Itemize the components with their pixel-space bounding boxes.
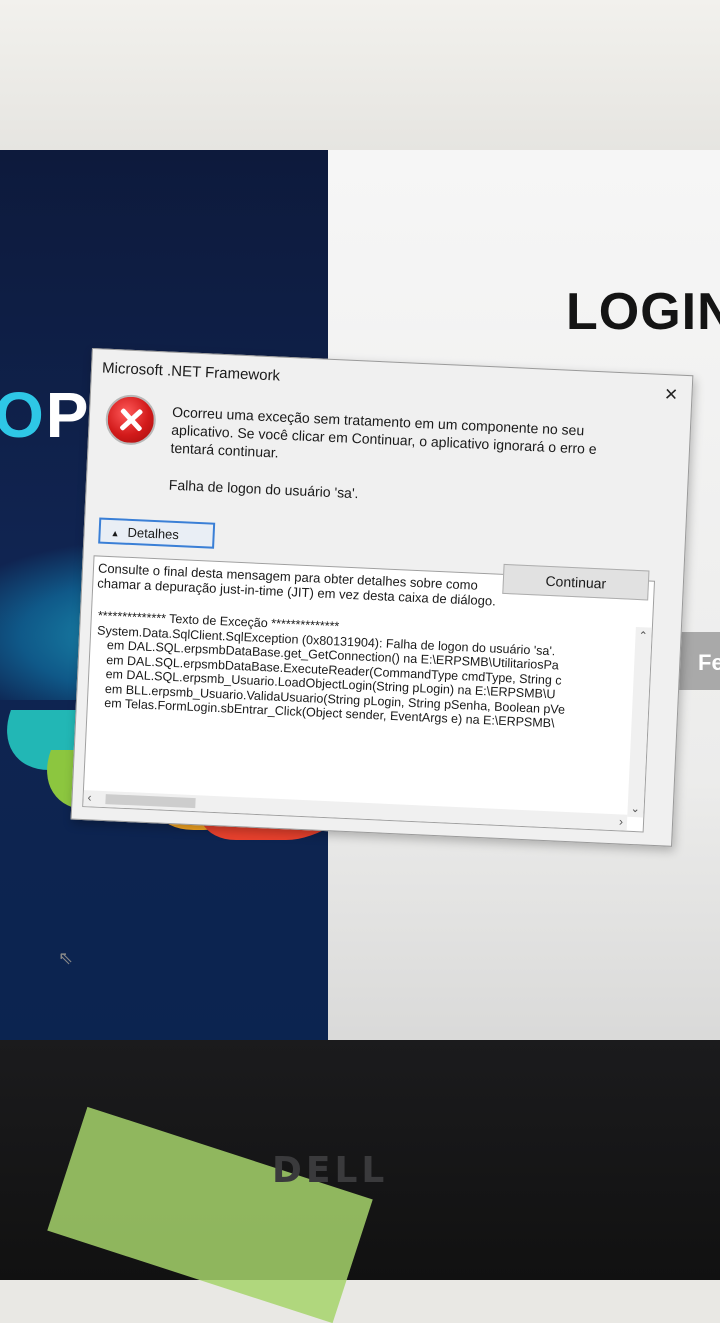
- details-button[interactable]: ▲ Detalhes: [98, 517, 216, 549]
- chevron-right-icon[interactable]: ›: [619, 814, 624, 828]
- chevron-down-icon[interactable]: ⌄: [630, 802, 640, 815]
- exception-stacktrace[interactable]: ************** Texto de Exceção ********…: [94, 609, 618, 734]
- exception-message: Ocorreu uma exceção sem tratamento em um…: [170, 403, 597, 461]
- chevron-up-icon: ▲: [110, 528, 120, 539]
- error-icon: [104, 393, 157, 446]
- chevron-up-icon[interactable]: ⌃: [638, 629, 648, 642]
- vertical-scrollbar[interactable]: ⌃ ⌄: [627, 626, 652, 818]
- close-icon[interactable]: ×: [664, 381, 678, 408]
- scroll-thumb[interactable]: [105, 794, 196, 809]
- login-title: LOGIN: [566, 283, 720, 341]
- dell-logo: DELL: [272, 1150, 389, 1191]
- chevron-left-icon[interactable]: ‹: [87, 790, 92, 804]
- details-button-label: Detalhes: [127, 524, 180, 543]
- brand-logo: OP: [0, 379, 91, 451]
- details-intro: Consulte o final desta mensagem para obt…: [97, 560, 497, 609]
- error-detail-message: Falha de logon do usuário 'sa'.: [168, 476, 359, 502]
- dialog-title: Microsoft .NET Framework: [101, 359, 281, 385]
- wall-background: [0, 0, 720, 150]
- exception-dialog: Microsoft .NET Framework × Ocorreu uma e…: [70, 348, 694, 847]
- mouse-cursor-icon: ⇖: [58, 948, 74, 968]
